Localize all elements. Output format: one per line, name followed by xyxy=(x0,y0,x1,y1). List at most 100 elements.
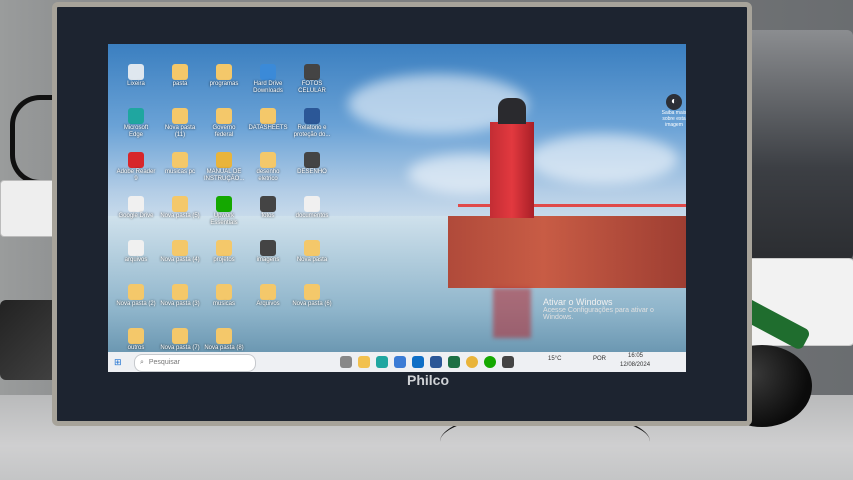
desktop-icon-label: outros xyxy=(127,345,145,351)
desktop-icon[interactable]: FOTOS CELULAR xyxy=(292,64,332,95)
desktop-icon[interactable]: Microsoft Edge xyxy=(116,108,156,139)
desktop-icon-label: desenho eletrico xyxy=(256,169,280,182)
desktop-icon[interactable]: Nova pasta (6) xyxy=(292,284,332,308)
desktop-icon[interactable]: programas xyxy=(204,64,244,88)
mail-icon[interactable] xyxy=(412,356,424,368)
word-icon[interactable] xyxy=(430,356,442,368)
desktop-icon[interactable]: Nova pasta (11) xyxy=(160,108,200,139)
cable-left xyxy=(10,95,55,185)
desktop-icon[interactable]: desenho eletrico xyxy=(248,152,288,183)
desktop-icon[interactable]: Nova pasta xyxy=(292,240,332,264)
desktop-icon[interactable]: Upwork Essentials xyxy=(204,196,244,227)
desktop-icon[interactable]: Nova pasta (2) xyxy=(116,284,156,308)
desktop-icon-label: arquivos xyxy=(124,257,148,263)
desktop-icon-label: Governo federal xyxy=(212,125,236,138)
taskbar: ⊞ ⌕ Pesquisar 15°C POR 16:05 12/08/2024 xyxy=(108,352,686,372)
desktop-icon[interactable]: projetos xyxy=(204,240,244,264)
desktop-icon-label: Nova pasta xyxy=(296,257,328,263)
desktop-icon[interactable]: Hard Drive Downloads xyxy=(248,64,288,95)
desktop-icon[interactable]: Nova pasta (7) xyxy=(160,328,200,352)
folder-icon xyxy=(172,328,188,344)
file-icon xyxy=(128,196,144,212)
desktop-icon-label: Lixeira xyxy=(127,81,145,87)
desktop-icon[interactable]: DESENHO xyxy=(292,152,332,176)
folder-icon xyxy=(260,152,276,168)
windows-start-icon[interactable]: ⊞ xyxy=(114,357,124,367)
desktop-icon-label: Nova pasta (7) xyxy=(160,345,200,351)
desktop-icon[interactable]: pasta xyxy=(160,64,200,88)
store-icon[interactable] xyxy=(394,356,406,368)
desktop-icon[interactable]: Relatorio e proteção do... xyxy=(292,108,332,139)
desktop-icon-label: Nova pasta (8) xyxy=(204,345,244,351)
spotlight-widget[interactable]: ◐ Saiba mais sobre esta imagem xyxy=(658,94,686,128)
search-box[interactable]: ⌕ Pesquisar xyxy=(134,354,256,372)
desktop-icon-label: fotos xyxy=(261,213,275,219)
desktop-icon[interactable]: musicas xyxy=(204,284,244,308)
desktop-icon[interactable]: Nova pasta (3) xyxy=(160,284,200,308)
wallpaper-reflection xyxy=(493,288,531,338)
wallpaper-pier xyxy=(448,216,686,288)
media-icon[interactable] xyxy=(502,356,514,368)
weather-readout[interactable]: 15°C xyxy=(548,356,561,362)
desktop-icon-label: FOTOS CELULAR xyxy=(298,81,326,94)
desktop-icon[interactable]: outros xyxy=(116,328,156,352)
desktop-icon-label: Google Drive xyxy=(118,213,154,219)
edge-icon[interactable] xyxy=(376,356,388,368)
folder-icon xyxy=(216,108,232,124)
desktop-icon-label: Nova pasta (3) xyxy=(160,301,200,307)
desktop-icon[interactable]: Nova pasta (8) xyxy=(204,328,244,352)
desktop-icon[interactable]: Adobe Reader 9 xyxy=(116,152,156,183)
upwork-icon[interactable] xyxy=(484,356,496,368)
desktop-icon-label: Nova pasta (11) xyxy=(164,125,196,138)
desktop-icon[interactable]: arquivos xyxy=(116,240,156,264)
folder-icon xyxy=(216,64,232,80)
desktop-icon[interactable]: fotos xyxy=(248,196,288,220)
search-placeholder: Pesquisar xyxy=(148,359,181,366)
desktop-icon[interactable]: documentos xyxy=(292,196,332,220)
folder-icon xyxy=(128,328,144,344)
desktop-icon-label: Arquivos xyxy=(256,301,280,307)
desktop-icon-label: Hard Drive Downloads xyxy=(253,81,283,94)
spotlight-widget-label: Saiba mais sobre esta imagem xyxy=(661,110,686,128)
file-explorer-icon[interactable] xyxy=(358,356,370,368)
folder-icon xyxy=(172,108,188,124)
desktop-icon-label: projetos xyxy=(213,257,235,263)
desktop-icon[interactable]: Arquivos xyxy=(248,284,288,308)
desktop-icon-label: musicas xyxy=(212,301,235,307)
activation-subtitle: Acesse Configurações para ativar o Windo… xyxy=(543,307,654,321)
desktop-icon[interactable]: musicas pc xyxy=(160,152,200,176)
desktop-icon-label: Relatorio e proteção do... xyxy=(293,125,331,138)
recycle-bin-icon xyxy=(128,64,144,80)
desktop-icon[interactable]: Lixeira xyxy=(116,64,156,88)
image-icon xyxy=(304,64,320,80)
chrome-icon xyxy=(216,152,232,168)
folder-icon xyxy=(172,64,188,80)
clock-date[interactable]: 12/08/2024 xyxy=(620,362,650,368)
task-view-icon[interactable] xyxy=(340,356,352,368)
desktop-icon-label: Upwork Essentials xyxy=(210,213,238,226)
folder-icon xyxy=(304,240,320,256)
chrome-icon[interactable] xyxy=(466,356,478,368)
desktop-icon[interactable]: Nova pasta (5) xyxy=(160,196,200,220)
desktop-icon-label: Nova pasta (4) xyxy=(160,257,200,263)
file-icon xyxy=(304,196,320,212)
desktop-icon-label: Nova pasta (2) xyxy=(116,301,156,307)
excel-icon[interactable] xyxy=(448,356,460,368)
folder-icon xyxy=(304,284,320,300)
clock-time[interactable]: 16:05 xyxy=(628,353,643,359)
desktop-icon[interactable]: imagens xyxy=(248,240,288,264)
desktop-icon[interactable]: Google Drive xyxy=(116,196,156,220)
desktop-icon-label: DATASHEETS xyxy=(248,125,288,131)
folder-icon xyxy=(216,284,232,300)
desktop-icon-label: documentos xyxy=(295,213,329,219)
desktop-icon-label: programas xyxy=(209,81,239,87)
desktop-icon-label: musicas pc xyxy=(164,169,195,175)
upwork-icon xyxy=(216,196,232,212)
desktop-icon[interactable]: MANUAL DE INSTRUÇÃO... xyxy=(204,152,244,183)
file-icon xyxy=(128,240,144,256)
language-indicator[interactable]: POR xyxy=(593,356,606,362)
monitor-brand-logo: Philco xyxy=(406,372,449,388)
desktop-icon[interactable]: Governo federal xyxy=(204,108,244,139)
desktop-icon[interactable]: DATASHEETS xyxy=(248,108,288,132)
desktop-icon[interactable]: Nova pasta (4) xyxy=(160,240,200,264)
